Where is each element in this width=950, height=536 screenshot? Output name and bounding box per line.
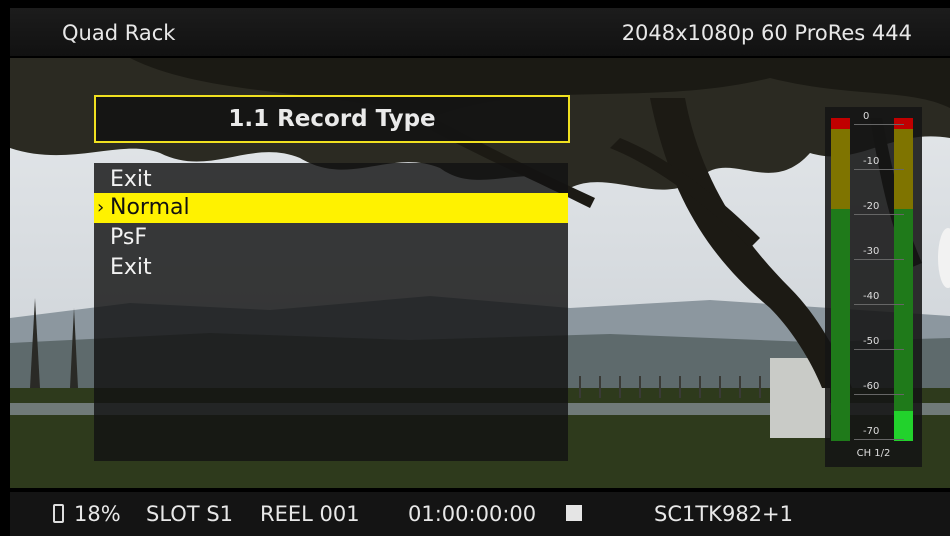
selection-caret-icon: › <box>97 197 105 218</box>
ch1-yellow-segment <box>831 129 850 209</box>
stop-icon <box>566 505 582 521</box>
scale-label: -30 <box>863 246 880 257</box>
scale-tick <box>854 304 904 305</box>
audio-level-meter: 0 -10 -20 -30 -40 -50 -60 -70 CH 1/2 <box>825 107 922 467</box>
scale-tick <box>854 124 904 125</box>
menu-item-exit[interactable]: Exit <box>94 165 568 195</box>
scale-label: -70 <box>863 426 880 437</box>
scale-tick <box>854 349 904 350</box>
reel-indicator: REEL 001 <box>260 502 360 526</box>
menu-item-label: Exit <box>110 255 152 280</box>
scale-label: 0 <box>863 111 870 122</box>
menu-item-label: Normal <box>110 195 190 220</box>
scale-tick <box>854 394 904 395</box>
menu-item-exit-bottom[interactable]: Exit <box>94 253 568 283</box>
scale-tick <box>854 439 904 440</box>
slot-indicator: SLOT S1 <box>146 502 234 526</box>
timecode: 01:00:00:00 <box>408 502 537 526</box>
scale-label: -20 <box>863 201 880 212</box>
scale-label: -40 <box>863 291 880 302</box>
device-name: Quad Rack <box>62 21 176 45</box>
menu-title: 1.1 Record Type <box>94 95 570 143</box>
scale-tick <box>854 169 904 170</box>
scale-label: -60 <box>863 381 880 392</box>
video-format: 2048x1080p 60 ProRes 444 <box>621 21 912 45</box>
top-status-bar: Quad Rack 2048x1080p 60 ProRes 444 <box>10 8 950 56</box>
menu-item-label: Exit <box>110 167 152 192</box>
scale-label: -50 <box>863 336 880 347</box>
scale-label: -10 <box>863 156 880 167</box>
menu-item-normal[interactable]: › Normal <box>94 193 568 223</box>
scale-tick <box>854 259 904 260</box>
record-type-menu: Exit › Normal PsF Exit <box>94 163 568 461</box>
battery-icon <box>53 504 64 523</box>
monitor-frame: Quad Rack 2048x1080p 60 ProRes 444 1.1 R… <box>0 0 950 536</box>
battery-percent: 18% <box>74 502 121 526</box>
menu-item-label: PsF <box>110 225 147 250</box>
clip-name: SC1TK982+1 <box>654 502 793 526</box>
bottom-status-bar: 18% SLOT S1 REEL 001 01:00:00:00 SC1TK98… <box>10 492 950 536</box>
ch1-green-segment <box>831 209 850 441</box>
channel-label: CH 1/2 <box>856 448 891 459</box>
menu-item-psf[interactable]: PsF <box>94 223 568 253</box>
ch1-peak-segment <box>831 118 850 129</box>
scale-tick <box>854 214 904 215</box>
